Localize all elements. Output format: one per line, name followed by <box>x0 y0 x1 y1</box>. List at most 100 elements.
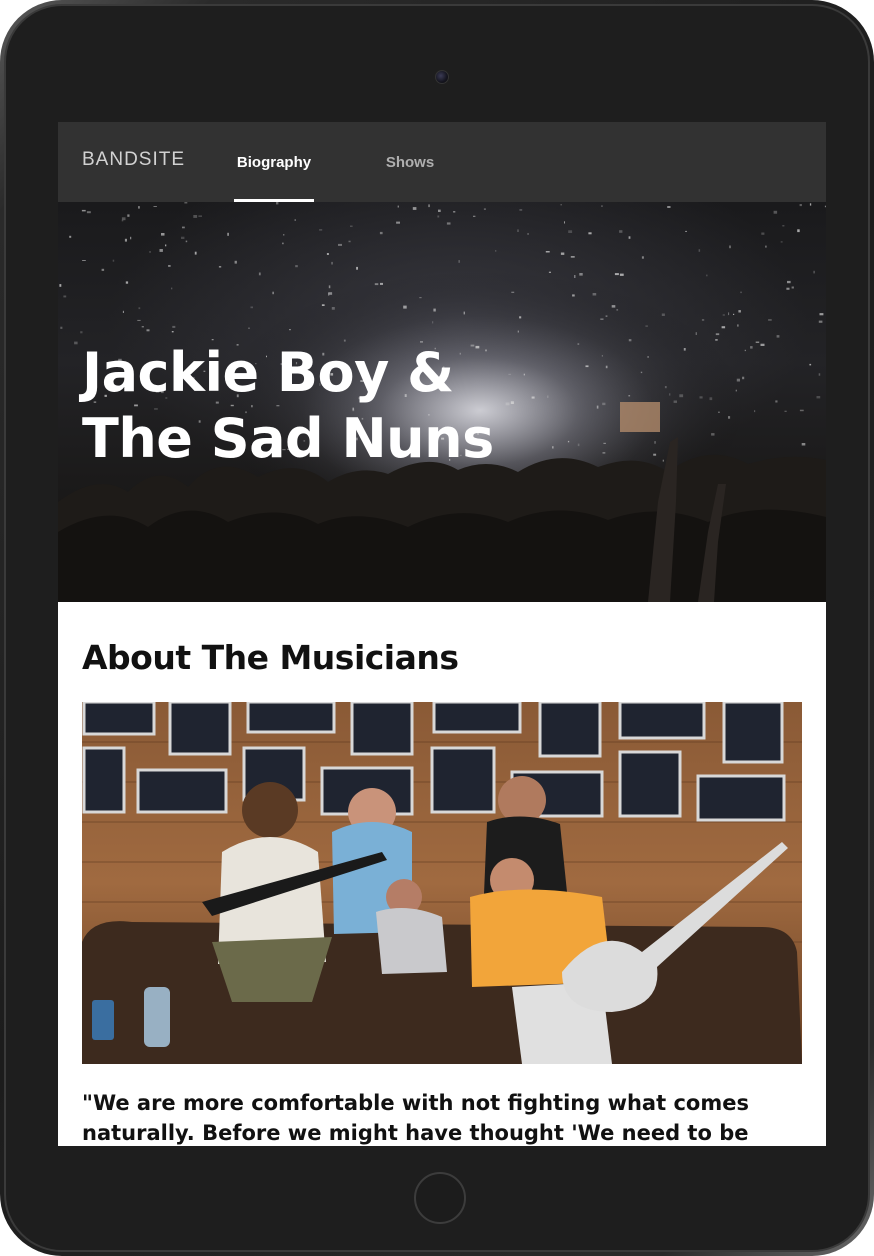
confetti-speck <box>735 389 737 392</box>
confetti-speck <box>545 251 550 253</box>
musician-quote: "We are more comfortable with not fighti… <box>82 1091 749 1145</box>
confetti-speck <box>328 292 333 295</box>
confetti-speck <box>194 251 197 255</box>
confetti-speck <box>619 230 623 233</box>
confetti-speck <box>519 316 522 319</box>
confetti-speck <box>432 321 434 324</box>
confetti-speck <box>715 339 718 341</box>
confetti-speck <box>511 291 515 293</box>
confetti-speck <box>321 304 325 306</box>
confetti-speck <box>572 294 575 297</box>
confetti-speck <box>600 318 604 320</box>
confetti-speck <box>122 310 124 313</box>
confetti-speck <box>380 282 383 285</box>
confetti-speck <box>628 236 631 239</box>
confetti-speck <box>433 308 436 312</box>
confetti-speck <box>809 203 812 206</box>
confetti-speck <box>137 319 141 321</box>
confetti-speck <box>161 233 165 236</box>
camera-icon <box>435 70 449 84</box>
crowd-sign <box>620 402 660 432</box>
confetti-speck <box>121 217 126 221</box>
confetti-speck <box>799 409 804 412</box>
confetti-speck <box>695 332 697 335</box>
confetti-speck <box>673 400 677 403</box>
confetti-speck <box>824 205 826 208</box>
confetti-speck <box>679 394 684 398</box>
confetti-speck <box>331 307 335 310</box>
confetti-speck <box>715 333 720 336</box>
confetti-speck <box>81 209 86 212</box>
confetti-speck <box>182 226 185 229</box>
confetti-speck <box>669 393 671 396</box>
confetti-speck <box>611 305 616 308</box>
confetti-speck <box>596 405 599 409</box>
confetti-speck <box>801 443 806 446</box>
confetti-speck <box>272 291 274 295</box>
confetti-speck <box>60 326 63 329</box>
confetti-speck <box>614 273 619 276</box>
confetti-speck <box>473 215 476 217</box>
confetti-speck <box>722 314 725 316</box>
confetti-speck <box>149 251 151 253</box>
confetti-speck <box>258 272 261 276</box>
confetti-speck <box>602 402 606 406</box>
confetti-speck <box>760 343 765 346</box>
confetti-speck <box>218 266 222 268</box>
confetti-speck <box>711 433 715 436</box>
confetti-speck <box>141 326 144 328</box>
confetti-speck <box>603 442 606 444</box>
confetti-speck <box>74 341 78 345</box>
confetti-speck <box>641 256 644 259</box>
confetti-speck <box>59 284 62 287</box>
confetti-speck <box>458 260 460 263</box>
confetti-speck <box>799 204 802 207</box>
confetti-speck <box>588 232 592 235</box>
confetti-speck <box>138 307 141 310</box>
confetti-speck <box>350 225 353 227</box>
home-button[interactable] <box>414 1172 466 1224</box>
confetti-speck <box>519 209 523 211</box>
confetti-speck <box>127 214 130 217</box>
confetti-speck <box>784 410 787 412</box>
band-photo <box>82 702 802 1064</box>
confetti-speck <box>592 293 597 296</box>
confetti-speck <box>124 238 127 242</box>
confetti-speck <box>184 202 188 204</box>
confetti-speck <box>605 365 608 369</box>
confetti-speck <box>601 205 603 207</box>
confetti-speck <box>552 446 554 449</box>
tablet-device-frame: BANDSITE Biography Shows Jackie Boy & Th… <box>0 0 874 1256</box>
tablet-bezel: BANDSITE Biography Shows Jackie Boy & Th… <box>4 4 870 1252</box>
nav-link-biography[interactable]: Biography <box>234 122 314 202</box>
confetti-speck <box>356 266 358 270</box>
about-section: About The Musicians "We are more comfort… <box>58 638 826 1146</box>
confetti-speck <box>791 286 794 289</box>
confetti-speck <box>276 202 279 205</box>
confetti-speck <box>662 459 664 462</box>
confetti-speck <box>740 291 742 294</box>
confetti-speck <box>547 395 549 398</box>
confetti-speck <box>773 210 778 214</box>
site-logo[interactable]: BANDSITE <box>82 149 185 171</box>
screen: BANDSITE Biography Shows Jackie Boy & Th… <box>58 122 826 1146</box>
nav-link-shows[interactable]: Shows <box>370 122 450 202</box>
confetti-speck <box>138 206 140 209</box>
confetti-speck <box>809 363 812 366</box>
confetti-speck <box>283 234 285 236</box>
band-name-line2: The Sad Nuns <box>82 407 494 470</box>
confetti-speck <box>813 270 815 274</box>
confetti-speck <box>601 355 603 357</box>
confetti-speck <box>667 206 671 208</box>
confetti-speck <box>181 236 185 239</box>
confetti-speck <box>168 265 171 267</box>
confetti-speck <box>570 256 575 258</box>
confetti-speck <box>165 244 167 247</box>
confetti-speck <box>446 222 451 225</box>
confetti-speck <box>69 235 72 238</box>
confetti-speck <box>645 325 648 327</box>
confetti-speck <box>568 230 573 233</box>
confetti-speck <box>685 230 687 232</box>
confetti-speck <box>737 324 739 327</box>
confetti-speck <box>419 297 422 299</box>
